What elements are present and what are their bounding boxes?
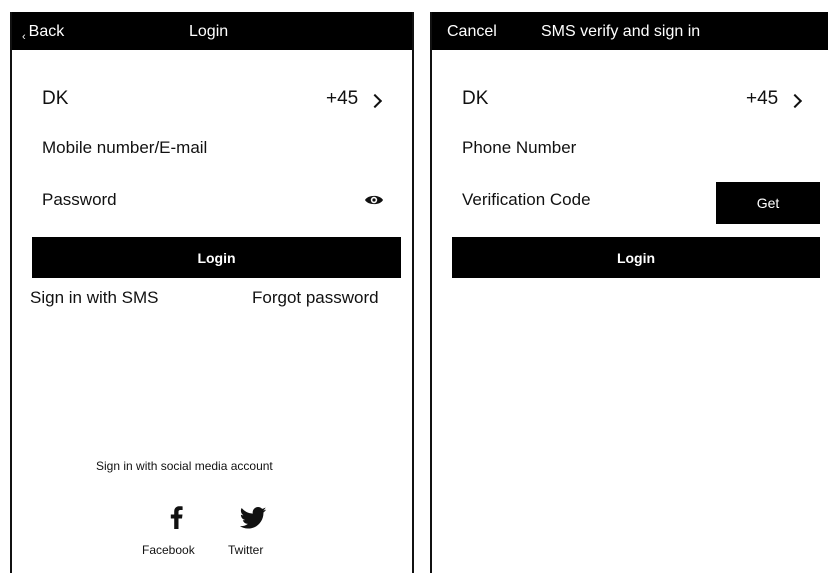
twitter-icon[interactable] — [238, 506, 268, 530]
login-title: Login — [189, 23, 229, 40]
facebook-label[interactable]: Facebook — [142, 543, 195, 557]
sign-in-sms-link[interactable]: Sign in with SMS — [30, 288, 159, 308]
cancel-button[interactable]: Cancel — [447, 23, 497, 41]
sms-verify-screen: Cancel SMS verify and sign in DK +45 Pho… — [430, 12, 828, 573]
login-button[interactable]: Login — [32, 237, 401, 278]
chevron-right-icon — [787, 93, 803, 109]
back-label: Back — [28, 23, 65, 40]
facebook-icon[interactable] — [165, 504, 187, 530]
account-placeholder: Mobile number/E-mail — [42, 138, 208, 157]
dial-code: +45 — [326, 88, 359, 109]
account-field[interactable]: Mobile number/E-mail — [12, 138, 412, 162]
forgot-password-link[interactable]: Forgot password — [252, 288, 379, 308]
login-screen: ‹ Back Login DK +45 Mobile number/E-mail… — [10, 12, 414, 573]
phone-number-field[interactable]: Phone Number — [432, 138, 828, 162]
chevron-right-icon — [367, 93, 383, 109]
verification-code-placeholder: Verification Code — [462, 190, 591, 209]
sms-title: SMS verify and sign in — [541, 23, 701, 40]
back-chevron-icon: ‹ — [22, 31, 26, 43]
sms-country-name: DK — [462, 88, 489, 109]
sms-dial-code: +45 — [746, 88, 779, 109]
sms-login-button[interactable]: Login — [452, 237, 820, 278]
login-top-bar: ‹ Back Login — [12, 12, 412, 50]
sms-country-selector[interactable]: DK +45 — [432, 88, 828, 114]
phone-number-placeholder: Phone Number — [462, 138, 577, 157]
get-code-button[interactable]: Get — [716, 182, 820, 224]
sms-top-bar: Cancel SMS verify and sign in — [432, 12, 828, 50]
social-sign-in-title: Sign in with social media account — [96, 459, 273, 473]
eye-icon[interactable] — [364, 192, 384, 212]
password-placeholder: Password — [42, 190, 117, 209]
twitter-label[interactable]: Twitter — [228, 543, 263, 557]
country-selector[interactable]: DK +45 — [12, 88, 412, 114]
back-button[interactable]: ‹ Back — [22, 23, 65, 43]
cancel-label: Cancel — [447, 23, 497, 40]
password-field[interactable]: Password — [12, 190, 412, 214]
country-name: DK — [42, 88, 69, 109]
